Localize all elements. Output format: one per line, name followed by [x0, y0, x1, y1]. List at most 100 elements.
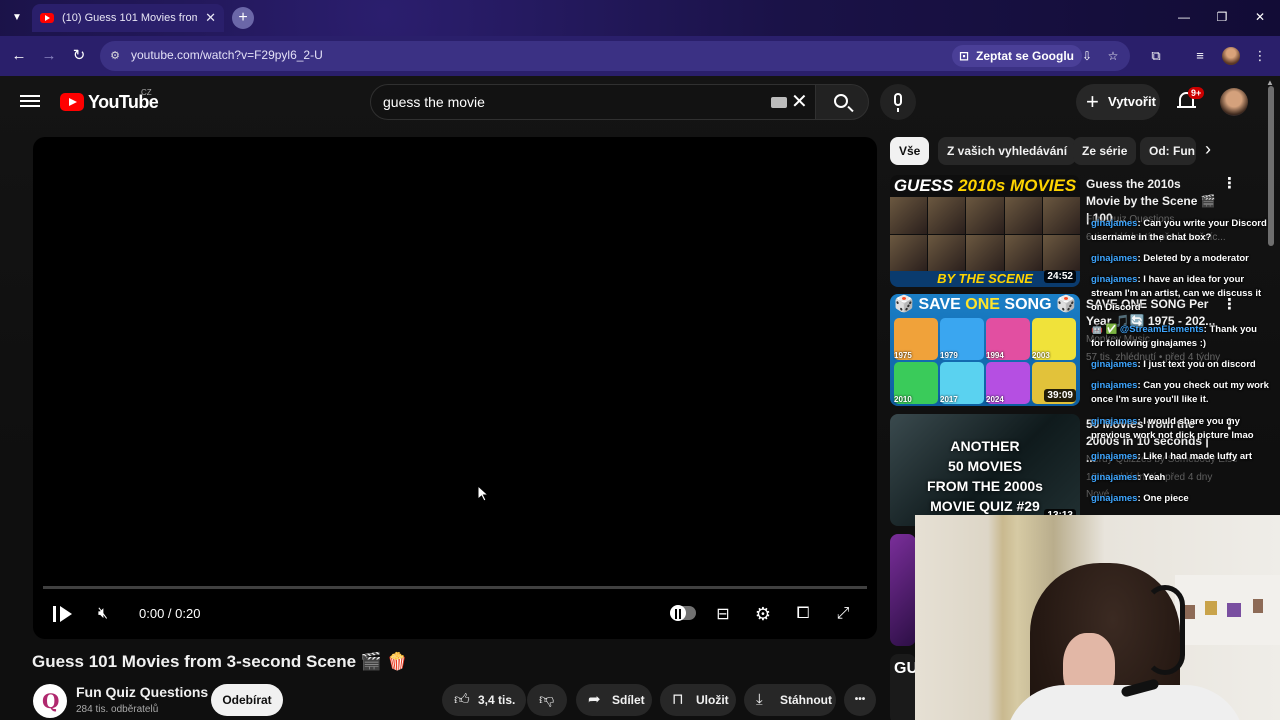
youtube-logo[interactable]: YouTube CZ — [60, 88, 159, 113]
fullscreen-icon[interactable]: ⤢ — [831, 599, 855, 629]
time-display: 0:00 / 0:20 — [139, 606, 201, 621]
dislike-button[interactable]: 👎︎ — [527, 684, 567, 716]
chat-message: ginajames: I would share you my previous… — [1091, 416, 1254, 441]
year-label: 1975 — [894, 351, 912, 360]
back-arrow-icon[interactable]: ← — [8, 45, 30, 67]
hamburger-menu-icon[interactable] — [20, 92, 40, 112]
window-close-button[interactable]: ✕ — [1241, 0, 1279, 36]
bookmark-star-icon[interactable]: ☆ — [1104, 47, 1122, 65]
miniplayer-icon[interactable]: ⧠ — [791, 599, 815, 629]
ask-google-button[interactable]: Zeptat se Googlu — [952, 45, 1083, 67]
site-info-icon[interactable]: ⚙ — [108, 49, 122, 63]
mute-icon[interactable]: 🔇︎ — [91, 599, 115, 629]
save-label: Uložit — [696, 693, 729, 707]
autoplay-toggle[interactable] — [670, 605, 696, 621]
url-text[interactable]: youtube.com/watch?v=F29pyl6_2-U — [131, 48, 323, 62]
year-label: 2024 — [986, 395, 1004, 404]
youtube-header: YouTube CZ guess the movie ✕ Vytvořit 9+ — [0, 76, 1280, 128]
tab-close-icon[interactable]: ✕ — [205, 10, 216, 26]
bookmark-icon: ⊓ — [672, 691, 684, 708]
notifications-bell-icon[interactable]: 9+ — [1176, 87, 1205, 115]
subscriber-count: 284 tis. odběratelů — [76, 704, 159, 715]
browser-profile-avatar[interactable] — [1222, 47, 1240, 65]
channel-avatar[interactable] — [33, 684, 67, 718]
chat-message: ginajames: Can you write your Discord us… — [1091, 218, 1267, 243]
voice-search-button[interactable] — [880, 84, 916, 120]
browser-tab-bar: ▼ (10) Guess 101 Movies from 3-s ✕ + — ❐… — [0, 0, 1280, 36]
microphone-icon — [894, 93, 902, 112]
year-label: 1979 — [940, 351, 958, 360]
duration-badge: 39:09 — [1044, 389, 1076, 402]
webcam-feed — [915, 515, 1280, 720]
maximize-button[interactable]: ❐ — [1203, 0, 1241, 36]
extensions-puzzle-icon[interactable]: ⧉ — [1146, 46, 1166, 66]
address-toolbar: ← → ↻ ⚙ youtube.com/watch?v=F29pyl6_2-U … — [0, 36, 1280, 76]
install-app-icon[interactable]: ⇩ — [1078, 47, 1096, 65]
chevron-right-icon[interactable]: › — [1205, 139, 1211, 160]
forward-arrow-icon[interactable]: → — [38, 45, 60, 67]
channel-name[interactable]: Fun Quiz Questions — [76, 684, 208, 700]
rec-thumbnail-3[interactable]: ANOTHER 50 MOVIES FROM THE 2000s MOVIE Q… — [890, 414, 1080, 526]
background-shelf — [1175, 575, 1280, 645]
notification-badge: 9+ — [1188, 87, 1205, 99]
search-input[interactable]: guess the movie ✕ — [370, 84, 816, 120]
tab-title: (10) Guess 101 Movies from 3-s — [62, 12, 198, 24]
save-button[interactable]: ⊓ Uložit — [660, 684, 736, 716]
chip-all[interactable]: Vše — [890, 137, 930, 165]
user-avatar[interactable] — [1220, 88, 1248, 116]
rec-thumbnail-4[interactable] — [890, 534, 916, 646]
reading-list-icon[interactable]: ≡ — [1190, 46, 1210, 66]
browser-tab[interactable]: (10) Guess 101 Movies from 3-s ✕ — [32, 4, 224, 32]
chat-message: ginajames: Deleted by a moderator — [1091, 253, 1249, 264]
chip-series[interactable]: Ze série — [1073, 137, 1137, 165]
duration-badge: 24:52 — [1044, 270, 1076, 283]
chat-message: ginajames: Can you check out my work onc… — [1091, 380, 1269, 405]
thumb-headline: 🎲 SAVE ONE SONG 🎲 — [894, 296, 1076, 313]
keyboard-icon[interactable] — [771, 97, 787, 108]
progress-bar[interactable] — [43, 586, 867, 589]
new-tab-button[interactable]: + — [232, 7, 254, 29]
thumb-headline: ANOTHER 50 MOVIES FROM THE 2000s MOVIE Q… — [927, 438, 1043, 514]
like-count: 3,4 tis. — [478, 693, 516, 707]
rec-thumbnail-2[interactable]: 🎲 SAVE ONE SONG 🎲 1975 1979 1994 2003 20… — [890, 294, 1080, 406]
search-button[interactable] — [815, 84, 869, 120]
video-title: Guess 101 Movies from 3-second Scene 🎬 🍿 — [32, 652, 408, 671]
share-button[interactable]: ➦ Sdílet — [576, 684, 652, 716]
search-icon — [834, 94, 848, 108]
thumb-letter: GU — [894, 660, 916, 677]
like-button[interactable]: 👍︎ 3,4 tis. — [442, 684, 526, 716]
video-player[interactable]: 🔇︎ 0:00 / 0:20 ⊟ ⚙ ⧠ ⤢ — [33, 137, 877, 639]
omnibox[interactable]: ⚙ youtube.com/watch?v=F29pyl6_2-U Zeptat… — [100, 41, 1130, 71]
chat-message: ginajames: One piece — [1091, 493, 1189, 504]
chip-from-searches[interactable]: Z vašich vyhledávání — [938, 137, 1077, 165]
year-label: 2003 — [1032, 351, 1050, 360]
subscribe-button[interactable]: Odebírat — [211, 684, 283, 716]
rec-thumbnail-5[interactable]: GU — [890, 654, 916, 720]
thumb-headline: GUESS 2010s MOVIES — [893, 176, 1077, 195]
minimize-button[interactable]: — — [1165, 0, 1203, 36]
youtube-favicon-icon — [40, 13, 54, 23]
country-code: CZ — [141, 88, 152, 97]
chat-message: ginajames: Like I had made luffy art — [1091, 451, 1253, 462]
download-icon: ⤓ — [756, 691, 763, 708]
chat-message: ginajames: Yeah — [1091, 472, 1166, 483]
play-button[interactable] — [51, 599, 73, 629]
play-pause-icon — [52, 606, 56, 622]
thumb-collage — [890, 197, 1080, 271]
thumbs-up-icon: 👍︎ — [454, 691, 470, 708]
reload-icon[interactable]: ↻ — [68, 45, 90, 67]
download-button[interactable]: ⤓ Stáhnout — [744, 684, 836, 716]
settings-gear-icon[interactable]: ⚙ — [751, 599, 775, 629]
search-query-text[interactable]: guess the movie — [383, 94, 485, 110]
rec-thumbnail-1[interactable]: GUESS 2010s MOVIES BY THE SCENE 24:52 — [890, 175, 1080, 287]
chat-message: ginajames: I have an idea for your strea… — [1091, 274, 1262, 313]
more-actions-button[interactable]: ••• — [844, 684, 876, 716]
chip-from-channel[interactable]: Od: Fun — [1140, 137, 1196, 165]
chevron-down-icon[interactable]: ▼ — [8, 9, 26, 27]
more-vert-icon[interactable]: ⋮ — [1222, 176, 1237, 191]
create-button[interactable]: Vytvořit — [1076, 84, 1160, 120]
browser-menu-icon[interactable]: ⋮ — [1250, 46, 1270, 66]
subtitles-icon[interactable]: ⊟ — [711, 599, 735, 629]
clear-search-icon[interactable]: ✕ — [791, 90, 808, 114]
chat-message: ginajames: I just text you on discord — [1091, 359, 1256, 370]
